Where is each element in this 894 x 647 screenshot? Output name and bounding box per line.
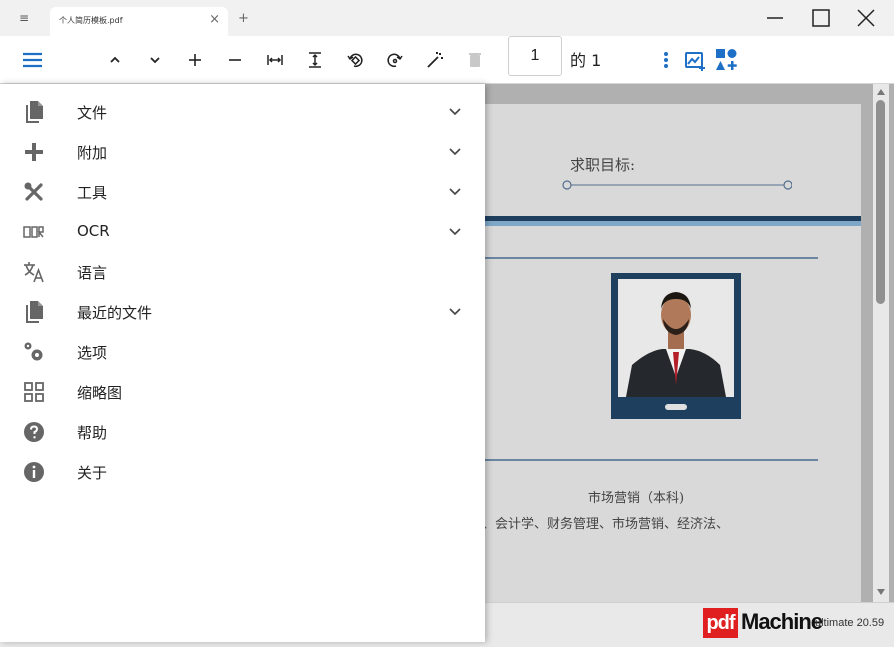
menu-item-label: 文件 (77, 104, 108, 122)
next-page-button[interactable] (145, 50, 165, 70)
chevron-up-icon (110, 56, 120, 63)
menu-item-ocr[interactable]: OCR (0, 212, 485, 252)
maximize-icon (812, 9, 830, 27)
menu-item-label: 语言 (77, 264, 108, 282)
maximize-button[interactable] (806, 4, 836, 32)
chevron-down-icon (449, 308, 461, 316)
tab-close-button[interactable]: × (209, 12, 220, 28)
tools-icon (24, 182, 43, 201)
chevron-down-icon (449, 188, 461, 196)
hamburger-icon (23, 52, 42, 68)
tab-title: 个人简历模板.pdf (59, 16, 123, 25)
ocr-icon (23, 226, 44, 238)
translate-icon (24, 262, 44, 283)
side-menu: 文件 附加 工具 OCR 语言 最近的文件 选项 缩略图 帮助 关于 (0, 84, 485, 642)
menu-item-label: 附加 (77, 144, 108, 162)
fit-height-icon (309, 52, 321, 68)
chevron-down-icon (150, 57, 160, 64)
chevron-down-icon (449, 148, 461, 156)
more-vert-icon (664, 52, 668, 68)
major-text: 市场营销（本科) (588, 491, 685, 506)
rotate-right-icon (387, 53, 403, 68)
job-goal-line (562, 180, 792, 190)
menu-button[interactable] (22, 50, 42, 70)
divider-line (476, 459, 818, 461)
menu-item-help[interactable]: 帮助 (0, 412, 485, 452)
fit-height-button[interactable] (305, 50, 325, 70)
document-tab[interactable]: 个人简历模板.pdf × (50, 7, 228, 36)
chevron-down-icon (449, 228, 461, 236)
new-tab-button[interactable]: + (238, 11, 249, 27)
scroll-up-icon[interactable] (876, 88, 886, 96)
recent-files-icon (26, 301, 43, 323)
rotate-left-button[interactable] (345, 50, 365, 70)
magic-wand-icon (427, 52, 443, 68)
delete-button[interactable] (465, 50, 485, 70)
menu-item-label: 关于 (77, 464, 108, 482)
file-icon (26, 101, 43, 123)
minimize-button[interactable] (760, 4, 790, 32)
close-window-button[interactable] (851, 4, 881, 32)
zoom-in-icon (189, 54, 201, 66)
help-icon (24, 422, 44, 442)
menu-item-thumbnails[interactable]: 缩略图 (0, 372, 485, 412)
trash-icon (469, 53, 481, 67)
page-count-label: 的 1 (570, 51, 602, 70)
photo-frame (611, 273, 741, 419)
add-shapes-icon (716, 49, 737, 70)
zoom-out-icon (229, 59, 241, 61)
plus-icon (25, 143, 43, 161)
menu-item-label: OCR (77, 222, 110, 240)
menu-item-label: 缩略图 (77, 384, 123, 402)
zoom-in-button[interactable] (185, 50, 205, 70)
fit-width-button[interactable] (265, 50, 285, 70)
chevron-down-icon (449, 108, 461, 116)
vertical-scrollbar[interactable] (873, 84, 889, 602)
rotate-left-icon (347, 53, 363, 68)
previous-page-button[interactable] (105, 50, 125, 70)
brand-logo-machine: Machine (741, 609, 823, 634)
version-label: ultimate 20.59 (815, 617, 885, 629)
page-number-input[interactable]: 1 (508, 36, 562, 76)
menu-item-about[interactable]: 关于 (0, 452, 485, 492)
photo-frame-tab (665, 404, 687, 410)
rotate-right-button[interactable] (385, 50, 405, 70)
menu-item-label: 选项 (77, 344, 108, 362)
job-goal-label: 求职目标: (570, 156, 636, 174)
settings-icon (24, 342, 43, 361)
close-icon (857, 9, 875, 27)
insert-image-button[interactable] (684, 50, 708, 71)
scroll-down-icon[interactable] (876, 588, 886, 596)
toolbar: 1 的 1 (0, 36, 894, 84)
scroll-thumb[interactable] (876, 100, 885, 304)
menu-item-tools[interactable]: 工具 (0, 172, 485, 212)
tab-menu-button[interactable]: ≡ (10, 6, 38, 30)
menu-item-label: 帮助 (77, 424, 108, 442)
profile-photo (618, 279, 734, 397)
info-icon (24, 462, 44, 482)
insert-image-icon (685, 52, 705, 71)
magic-wand-button[interactable] (425, 50, 445, 70)
menu-item-options[interactable]: 选项 (0, 332, 485, 372)
fit-width-icon (267, 55, 283, 65)
menu-item-language[interactable]: 语言 (0, 252, 485, 292)
menu-item-recent-files[interactable]: 最近的文件 (0, 292, 485, 332)
title-bar: ≡ 个人简历模板.pdf × + (0, 0, 894, 36)
zoom-out-button[interactable] (225, 50, 245, 70)
menu-item-file[interactable]: 文件 (0, 92, 485, 132)
courses-text: 、会计学、财务管理、市场营销、经济法、 (482, 517, 730, 532)
menu-item-label: 最近的文件 (77, 304, 153, 322)
divider-line (476, 257, 818, 259)
more-options-button[interactable] (656, 50, 676, 70)
menu-item-extras[interactable]: 附加 (0, 132, 485, 172)
menu-item-label: 工具 (77, 184, 108, 202)
thumbnails-icon (24, 382, 44, 402)
brand-logo-pdf: pdf (703, 608, 738, 638)
header-band-accent (476, 221, 861, 226)
minimize-icon (767, 17, 783, 19)
add-shapes-button[interactable] (715, 48, 739, 72)
pdf-page: 求职目标: 市场营销（本科) 、会计学、财务管理、市场营销、经济法、 (476, 104, 861, 604)
